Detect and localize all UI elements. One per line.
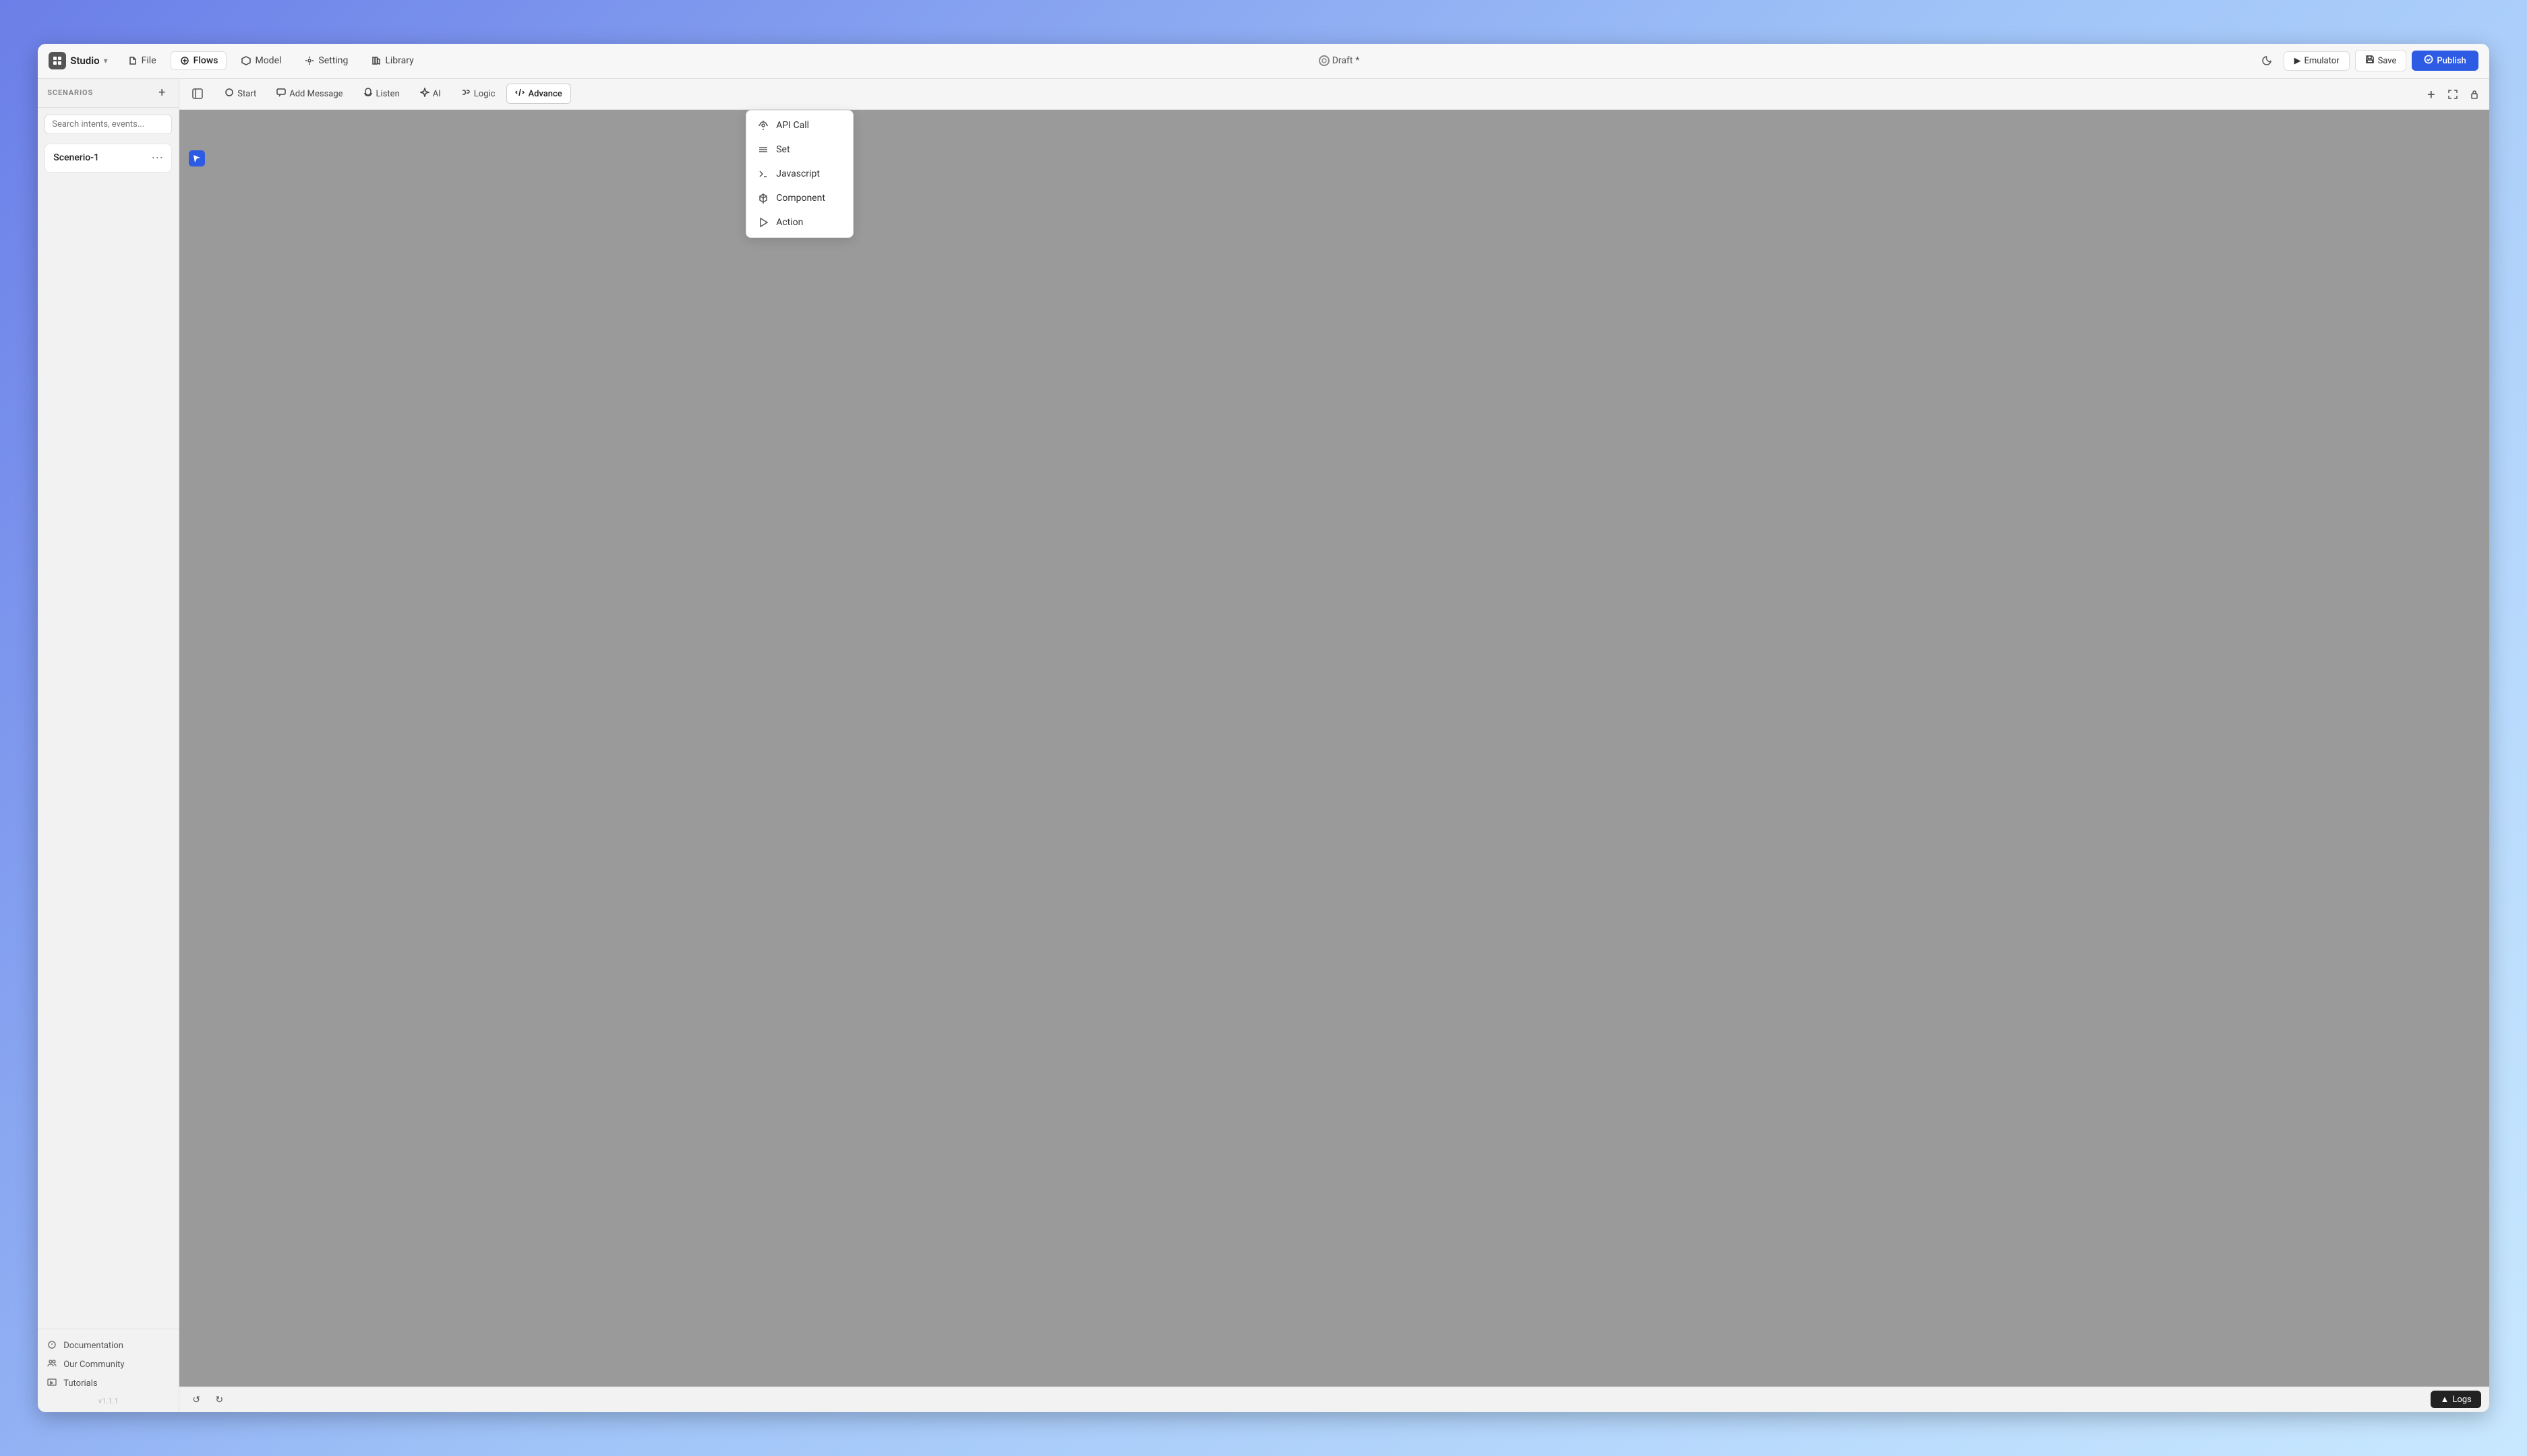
nav-library[interactable]: Library bbox=[362, 51, 422, 70]
publish-button[interactable]: Publish bbox=[2412, 51, 2478, 71]
sidebar-footer: Documentation Our Community bbox=[38, 1329, 179, 1412]
sidebar: SCENARIOS + Scenerio-1 ⋯ Documentation bbox=[38, 79, 179, 1412]
redo-button[interactable]: ↻ bbox=[210, 1391, 228, 1409]
community-link[interactable]: Our Community bbox=[47, 1355, 169, 1374]
ai-button[interactable]: AI bbox=[411, 84, 450, 104]
component-item[interactable]: Component bbox=[746, 186, 853, 210]
fullscreen-button[interactable] bbox=[2443, 85, 2462, 104]
set-icon bbox=[757, 144, 769, 156]
undo-button[interactable]: ↺ bbox=[187, 1391, 205, 1409]
listen-button[interactable]: Listen bbox=[355, 84, 409, 104]
cursor-indicator bbox=[189, 150, 205, 166]
panel-toggle-button[interactable] bbox=[187, 84, 208, 104]
action-item[interactable]: Action bbox=[746, 210, 853, 235]
file-icon bbox=[127, 55, 138, 66]
ai-icon bbox=[420, 88, 429, 100]
nav-file[interactable]: File bbox=[119, 51, 165, 70]
tutorials-icon bbox=[47, 1378, 58, 1389]
nav-model[interactable]: Model bbox=[232, 51, 290, 70]
dark-mode-button[interactable] bbox=[2255, 49, 2278, 72]
flows-icon bbox=[179, 55, 190, 66]
zoom-in-button[interactable]: + bbox=[2422, 85, 2441, 104]
header: Studio ▾ File Flows bbox=[38, 44, 2489, 79]
canvas-content bbox=[179, 110, 2489, 1387]
start-button[interactable]: Start bbox=[216, 84, 265, 104]
api-call-item[interactable]: API Call bbox=[746, 113, 853, 138]
check-circle-icon bbox=[2424, 55, 2433, 67]
nav-flows[interactable]: Flows bbox=[171, 51, 227, 70]
setting-icon bbox=[304, 55, 315, 66]
chevron-up-icon: ▲ bbox=[2440, 1394, 2449, 1405]
advance-dropdown: API Call Set bbox=[746, 110, 854, 238]
logic-button[interactable]: Logic bbox=[452, 84, 504, 104]
studio-chevron-icon: ▾ bbox=[104, 56, 108, 65]
javascript-item[interactable]: Javascript bbox=[746, 162, 853, 186]
play-icon: ▶ bbox=[2294, 56, 2300, 66]
javascript-icon bbox=[757, 168, 769, 180]
api-call-icon bbox=[757, 119, 769, 131]
logic-icon bbox=[461, 88, 471, 100]
scenario-item[interactable]: Scenerio-1 ⋯ bbox=[44, 144, 172, 173]
save-icon bbox=[2365, 55, 2375, 67]
add-message-button[interactable]: Add Message bbox=[268, 84, 351, 104]
documentation-link[interactable]: Documentation bbox=[47, 1336, 169, 1355]
main-content: SCENARIOS + Scenerio-1 ⋯ Documentation bbox=[38, 79, 2489, 1412]
header-actions: ▶ Emulator Save bbox=[2255, 49, 2478, 72]
model-icon bbox=[241, 55, 251, 66]
documentation-icon bbox=[47, 1340, 58, 1351]
sidebar-header: SCENARIOS + bbox=[38, 79, 179, 108]
listen-icon bbox=[363, 88, 373, 100]
draft-dot-icon bbox=[1319, 55, 1330, 66]
header-center: Draft* bbox=[428, 55, 2251, 66]
canvas-area: Start Add Message bbox=[179, 79, 2489, 1412]
studio-title: Studio bbox=[70, 55, 99, 67]
advance-button[interactable]: Advance bbox=[506, 84, 570, 104]
version-text: v1.1.1 bbox=[47, 1393, 169, 1405]
emulator-button[interactable]: ▶ Emulator bbox=[2284, 51, 2349, 71]
add-scenario-button[interactable]: + bbox=[154, 86, 169, 100]
bottom-bar: ↺ ↻ ▲ Logs bbox=[179, 1387, 2489, 1412]
search-input[interactable] bbox=[44, 115, 172, 134]
studio-logo-icon bbox=[49, 52, 66, 69]
scenario-menu-button[interactable]: ⋯ bbox=[151, 151, 163, 165]
action-icon bbox=[757, 216, 769, 229]
sidebar-title: SCENARIOS bbox=[47, 88, 93, 97]
set-item[interactable]: Set bbox=[746, 138, 853, 162]
app-window: Studio ▾ File Flows bbox=[38, 44, 2489, 1412]
draft-badge: Draft* bbox=[1319, 55, 1360, 66]
nav-setting[interactable]: Setting bbox=[295, 51, 357, 70]
lock-button[interactable] bbox=[2465, 85, 2484, 104]
logs-button[interactable]: ▲ Logs bbox=[2431, 1391, 2480, 1408]
component-icon bbox=[757, 192, 769, 204]
library-icon bbox=[371, 55, 382, 66]
community-icon bbox=[47, 1359, 58, 1370]
tutorials-link[interactable]: Tutorials bbox=[47, 1374, 169, 1393]
save-button[interactable]: Save bbox=[2355, 50, 2407, 71]
advance-icon bbox=[515, 88, 525, 100]
start-icon bbox=[225, 88, 234, 100]
studio-logo[interactable]: Studio ▾ bbox=[49, 52, 107, 69]
message-icon bbox=[276, 88, 286, 100]
canvas-toolbar: Start Add Message bbox=[179, 79, 2489, 110]
